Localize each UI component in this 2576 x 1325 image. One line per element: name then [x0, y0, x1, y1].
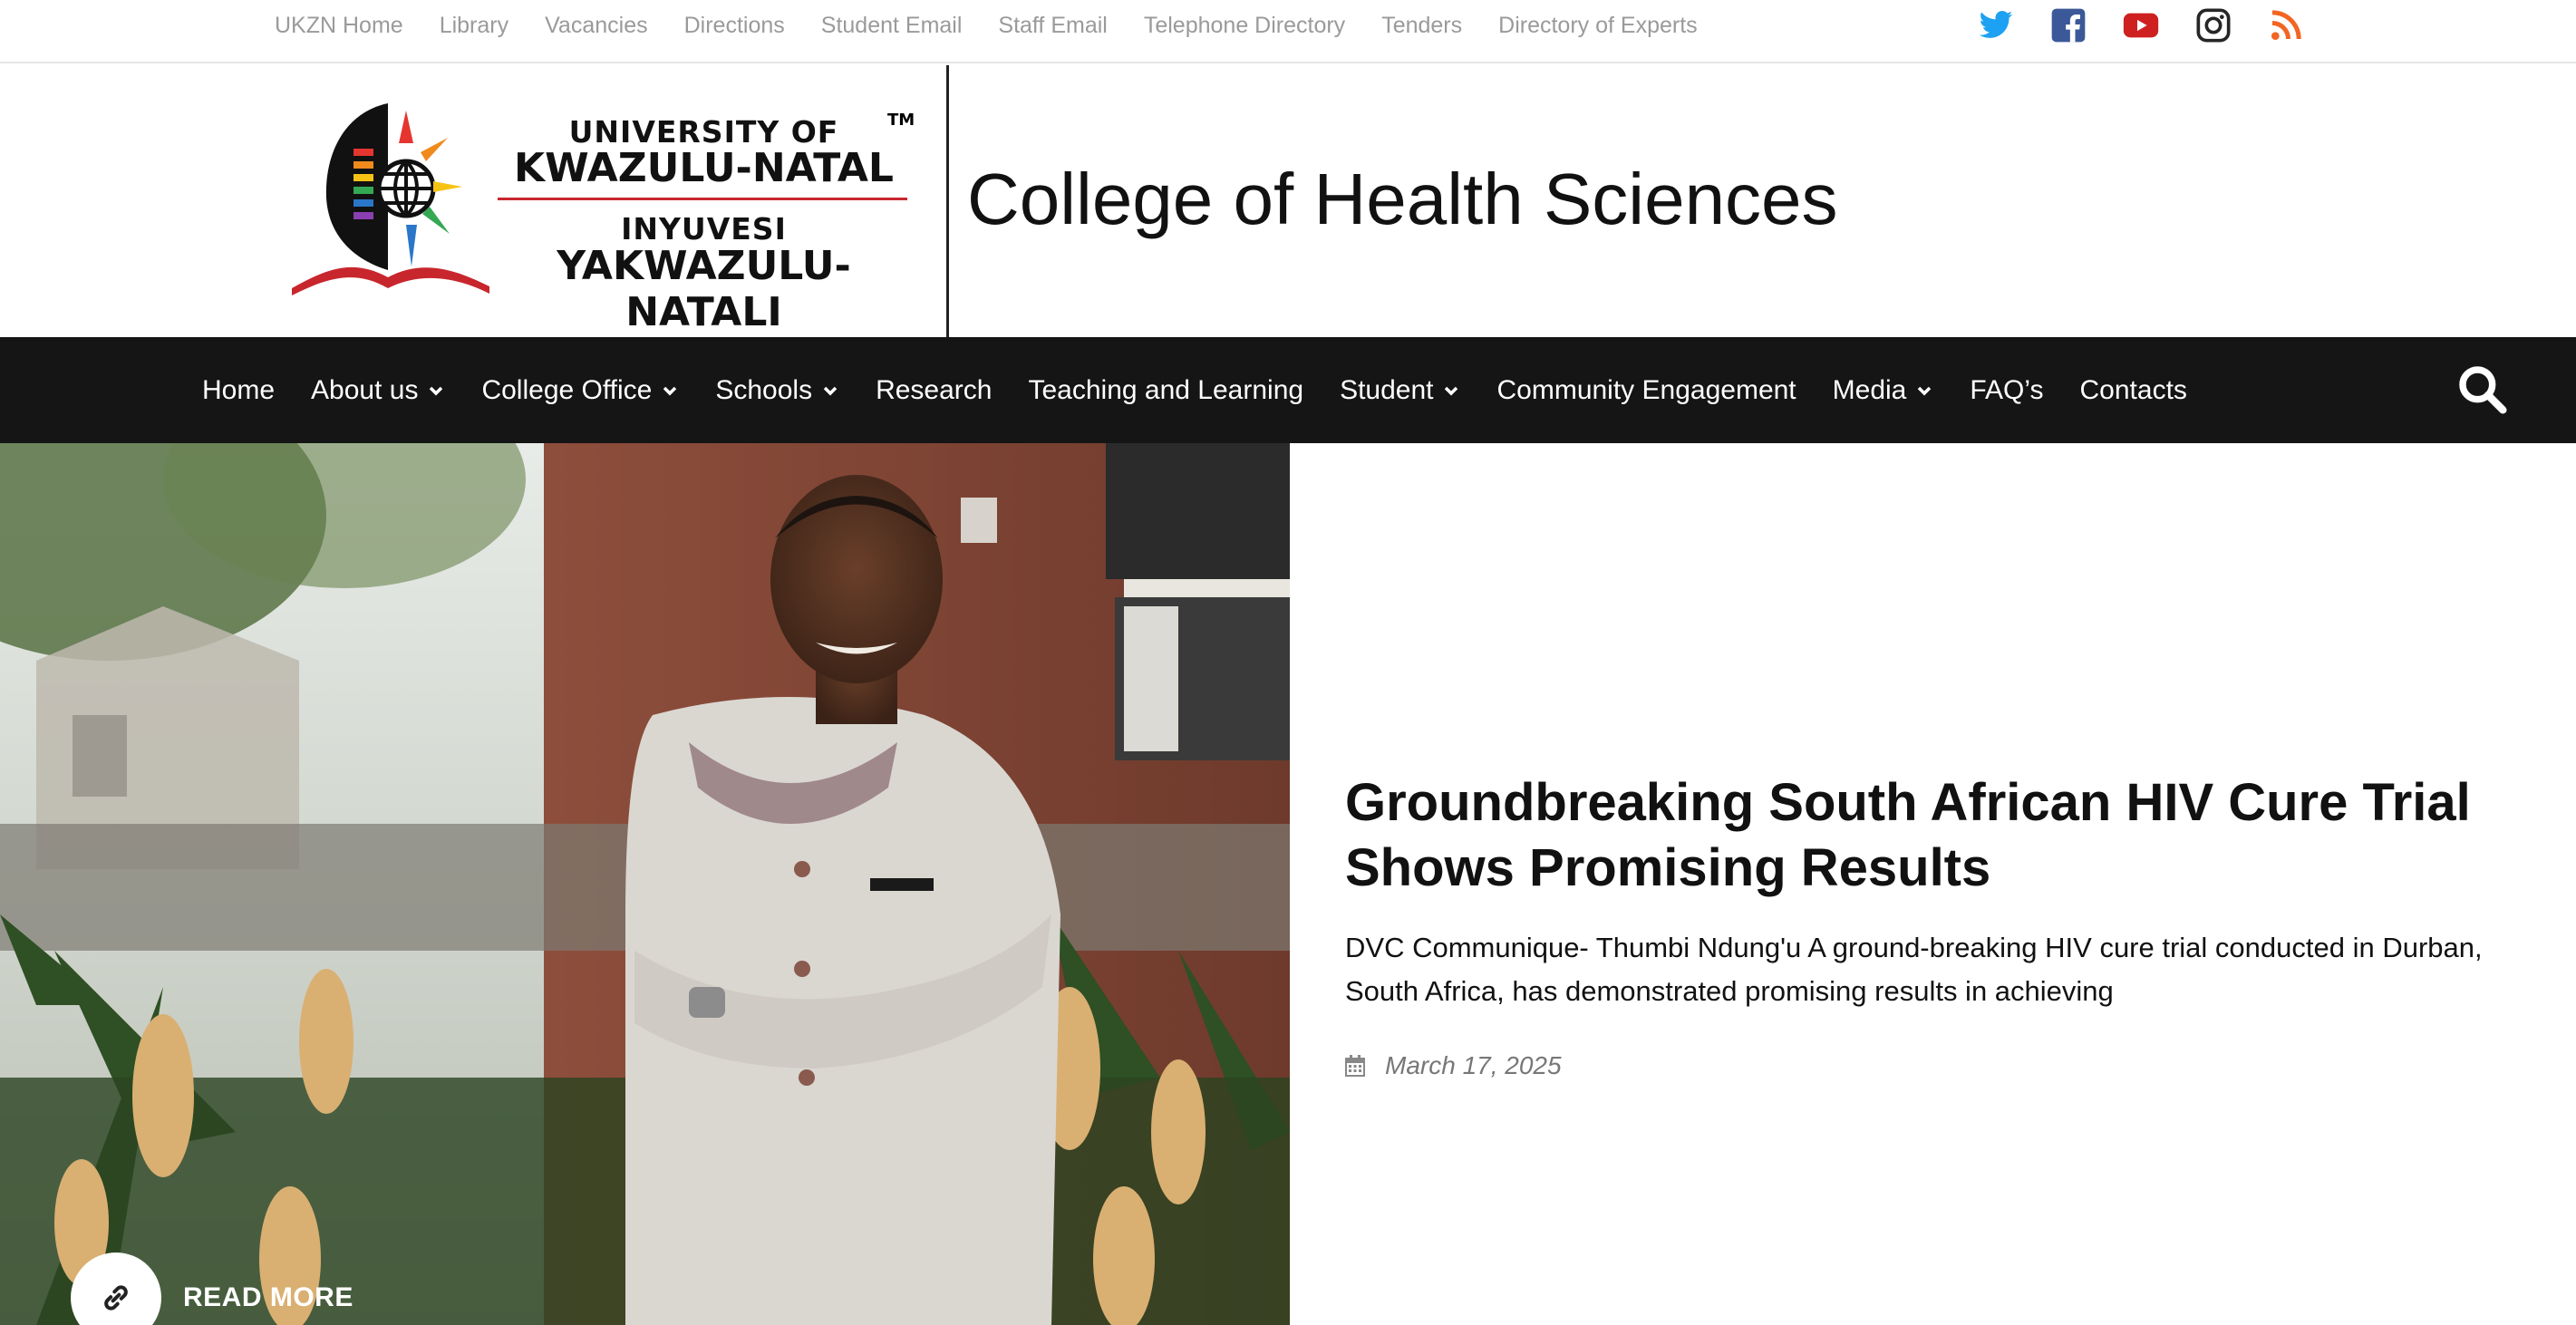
search-icon — [2459, 366, 2507, 414]
youtube-icon[interactable] — [2121, 5, 2161, 45]
nav-label: Teaching and Learning — [1028, 374, 1304, 405]
main-navigation: Home About us College Office Schools Res… — [0, 337, 2576, 443]
chevron-down-icon — [430, 386, 443, 395]
ukzn-emblem-icon — [292, 103, 489, 295]
nav-label: Contacts — [2079, 374, 2187, 405]
nav-label: About us — [311, 374, 419, 405]
toplink-student-email[interactable]: Student Email — [821, 13, 963, 39]
nav-label: Media — [1832, 374, 1907, 405]
article-date-text: March 17, 2025 — [1385, 1051, 1562, 1079]
read-more-label[interactable]: READ MORE — [183, 1282, 353, 1313]
nav-label: Schools — [715, 374, 813, 405]
chevron-down-icon — [1445, 386, 1458, 395]
site-header: UNIVERSITY OF KWAZULU-NATAL INYUVESI YAK… — [0, 63, 2576, 337]
nav-label: Home — [202, 374, 276, 405]
logo-divider — [498, 198, 907, 200]
trademark-symbol: TM — [887, 111, 915, 130]
nav-item-student[interactable]: Student — [1340, 375, 1460, 406]
twitter-icon[interactable] — [1976, 5, 2016, 45]
top-utility-bar: UKZN Home Library Vacancies Directions S… — [0, 0, 2576, 63]
ukzn-logo[interactable]: UNIVERSITY OF KWAZULU-NATAL INYUVESI YAK… — [288, 98, 915, 335]
toplink-tenders[interactable]: Tenders — [1381, 13, 1462, 39]
calendar-icon — [1345, 1055, 1365, 1077]
nav-item-schools[interactable]: Schools — [715, 375, 839, 406]
logo-wordmark: UNIVERSITY OF KWAZULU-NATAL INYUVESI YAK… — [492, 98, 915, 335]
nav-label: Student — [1340, 374, 1434, 405]
logo-line-kwazulu-natal: KWAZULU-NATAL — [514, 145, 894, 191]
nav-item-home[interactable]: Home — [202, 375, 275, 406]
nav-menu: Home About us College Office Schools Res… — [202, 337, 2223, 443]
social-links — [1976, 5, 2339, 45]
top-links: UKZN Home Library Vacancies Directions S… — [275, 0, 1734, 51]
toplink-directory-of-experts[interactable]: Directory of Experts — [1498, 13, 1698, 39]
nav-item-community-engagement[interactable]: Community Engagement — [1496, 375, 1796, 406]
chevron-down-icon — [823, 386, 838, 395]
toplink-ukzn-home[interactable]: UKZN Home — [275, 13, 403, 39]
nav-item-teaching-and-learning[interactable]: Teaching and Learning — [1028, 375, 1303, 406]
nav-item-faqs[interactable]: FAQ’s — [1970, 375, 2043, 406]
toplink-staff-email[interactable]: Staff Email — [998, 13, 1107, 39]
link-icon — [104, 1285, 128, 1310]
featured-article: Groundbreaking South African HIV Cure Tr… — [1345, 770, 2523, 1080]
chevron-down-icon — [663, 386, 677, 395]
chevron-down-icon — [1918, 386, 1932, 395]
nav-item-college-office[interactable]: College Office — [481, 375, 679, 406]
read-more-link[interactable]: READ MORE — [71, 1252, 353, 1325]
toplink-vacancies[interactable]: Vacancies — [545, 13, 648, 39]
nav-label: Community Engagement — [1496, 374, 1796, 405]
nav-item-about-us[interactable]: About us — [311, 375, 445, 406]
featured-article-image[interactable] — [0, 443, 1290, 1325]
nav-label: College Office — [481, 374, 653, 405]
facebook-icon[interactable] — [2048, 5, 2088, 45]
nav-label: FAQ’s — [1970, 374, 2044, 405]
instagram-icon[interactable] — [2193, 5, 2233, 45]
nav-label: Research — [876, 374, 993, 405]
read-more-button[interactable] — [71, 1252, 161, 1325]
article-excerpt: DVC Communique- Thumbi Ndung'u A ground-… — [1345, 932, 2483, 1007]
toplink-library[interactable]: Library — [440, 13, 508, 39]
nav-item-media[interactable]: Media — [1833, 375, 1934, 406]
toplink-telephone-directory[interactable]: Telephone Directory — [1144, 13, 1345, 39]
search-button[interactable] — [2455, 362, 2509, 416]
college-title[interactable]: College of Health Sciences — [967, 158, 1838, 241]
portrait-photo — [0, 443, 1290, 1325]
rss-icon[interactable] — [2266, 5, 2306, 45]
article-title[interactable]: Groundbreaking South African HIV Cure Tr… — [1345, 770, 2523, 901]
header-divider — [946, 65, 949, 337]
article-date: March 17, 2025 — [1345, 1051, 2523, 1080]
logo-line-yakwazulu-natali: YAKWAZULU-NATALI — [557, 243, 851, 335]
toplink-directions[interactable]: Directions — [684, 13, 785, 39]
logo-line-inyuvesi: INYUVESI — [621, 211, 787, 247]
nav-item-research[interactable]: Research — [876, 375, 992, 406]
nav-item-contacts[interactable]: Contacts — [2080, 375, 2187, 406]
